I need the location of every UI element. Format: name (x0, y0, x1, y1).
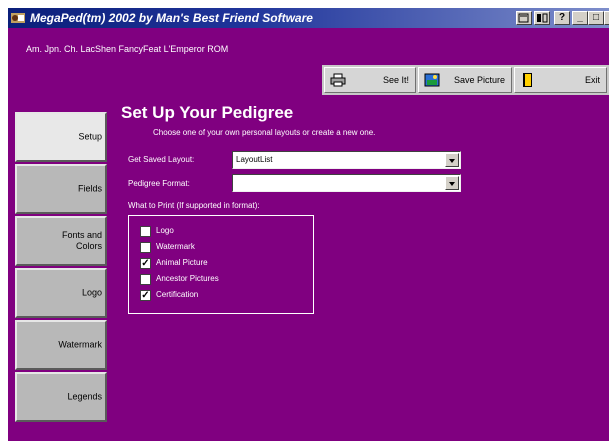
checkbox-checked[interactable]: ✓ (140, 258, 151, 269)
sidebar-item-logo[interactable]: Logo (15, 268, 107, 318)
pedigree-format-label: Pedigree Format: (128, 179, 190, 188)
chevron-down-icon[interactable] (445, 176, 459, 190)
exit-button[interactable]: Exit (514, 67, 607, 93)
title-bar[interactable]: MegaPed(tm) 2002 by Man's Best Friend So… (8, 8, 609, 28)
checkbox[interactable] (140, 226, 151, 237)
toolbar: See It! Save Picture Exit (322, 65, 609, 95)
see-it-button[interactable]: See It! (324, 67, 416, 93)
tile-windows-icon[interactable] (534, 11, 550, 25)
sidebar-item-watermark[interactable]: Watermark (15, 320, 107, 370)
app-window: MegaPed(tm) 2002 by Man's Best Friend So… (0, 0, 609, 441)
minimize-button[interactable]: _ (572, 11, 588, 25)
print-options-group: Logo Watermark ✓ Animal Picture Ancestor… (128, 215, 314, 314)
close-button[interactable]: × (604, 11, 609, 25)
picture-icon (424, 73, 440, 87)
save-picture-button[interactable]: Save Picture (418, 67, 512, 93)
printer-icon (330, 73, 346, 87)
save-picture-label: Save Picture (453, 75, 505, 85)
checkbox-checked[interactable]: ✓ (140, 290, 151, 301)
pedigree-format-select[interactable] (232, 174, 461, 192)
app-icon (11, 13, 25, 23)
sidebar-item-fields[interactable]: Fields (15, 164, 107, 214)
main-panel: Am. Jpn. Ch. LacShen FancyFeat L'Emperor… (8, 28, 609, 441)
maximize-button[interactable]: □ (588, 11, 604, 25)
saved-layout-select[interactable]: LayoutList (232, 151, 461, 169)
see-it-label: See It! (382, 75, 409, 85)
checkbox[interactable] (140, 274, 151, 285)
saved-layout-value: LayoutList (236, 155, 273, 164)
page-title: Set Up Your Pedigree (121, 103, 294, 122)
sidebar-item-setup[interactable]: Setup (15, 112, 107, 162)
checkbox[interactable] (140, 242, 151, 253)
sidebar-item-fonts-and-colors[interactable]: Fonts and Colors (15, 216, 107, 266)
animal-name: Am. Jpn. Ch. LacShen FancyFeat L'Emperor… (26, 44, 229, 54)
saved-layout-label: Get Saved Layout: (128, 155, 195, 164)
page-subtitle: Choose one of your own personal layouts … (153, 128, 376, 137)
window-title: MegaPed(tm) 2002 by Man's Best Friend So… (30, 11, 313, 25)
exit-label: Exit (584, 75, 600, 85)
exit-door-icon (523, 73, 532, 87)
chevron-down-icon[interactable] (445, 153, 459, 167)
print-options-label: What to Print (If supported in format): (128, 201, 260, 210)
help-button[interactable]: ? (554, 11, 570, 25)
context-help-icon[interactable] (516, 11, 532, 25)
sidebar-item-legends[interactable]: Legends (15, 372, 107, 422)
